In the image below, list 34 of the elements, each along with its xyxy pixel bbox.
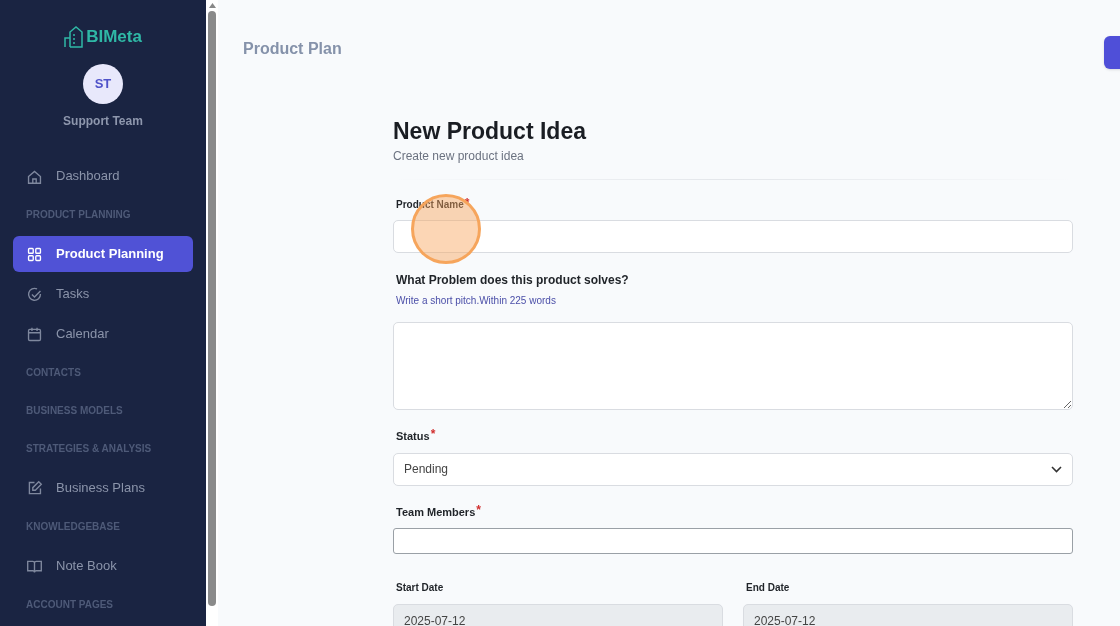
text-area[interactable]	[393, 322, 1073, 410]
scrollbar-thumb[interactable]	[208, 11, 216, 606]
user-name: Support Team	[63, 113, 143, 130]
field-label: Team Members*	[396, 503, 482, 520]
required-mark: *	[430, 427, 436, 441]
status-dropdown[interactable]: Pending	[393, 452, 1073, 486]
field-hint: Write a short pitch.Within 225 words	[396, 294, 557, 308]
scroll-up-icon[interactable]	[208, 3, 216, 8]
date-input[interactable]: 2025-07-12	[743, 604, 1073, 626]
chevron-down-icon	[1051, 465, 1062, 473]
nav-item[interactable]: Product Planning	[13, 236, 193, 272]
nav-item[interactable]: Note Book	[13, 548, 193, 584]
field-label: What Problem does this product solves?	[396, 272, 630, 289]
required-mark: *	[476, 502, 481, 517]
nav-item[interactable]: Tasks	[13, 276, 193, 312]
grid-icon	[26, 245, 43, 263]
form-subtitle: Create new product idea	[393, 148, 525, 165]
buildings-icon	[64, 26, 85, 48]
field-label: Status*	[396, 428, 437, 444]
page-title: Product Plan	[243, 39, 342, 59]
scrollbar[interactable]	[206, 0, 218, 626]
date-input[interactable]: 2025-07-12	[393, 604, 723, 626]
edit-icon	[26, 479, 43, 497]
form-title: New Product Idea	[393, 117, 588, 145]
calendar-icon	[26, 325, 43, 343]
field-label: Start Date	[396, 581, 445, 595]
text-input[interactable]	[393, 528, 1073, 554]
check-circle-icon	[26, 285, 43, 303]
field-label: End Date	[746, 581, 791, 595]
logo-text: BIMeta	[86, 26, 142, 48]
nav-item[interactable]: Dashboard	[13, 158, 193, 194]
nav-item[interactable]: Calendar	[13, 316, 193, 352]
user-avatar: ST	[83, 64, 123, 104]
nav-item[interactable]: Business Plans	[13, 470, 193, 506]
